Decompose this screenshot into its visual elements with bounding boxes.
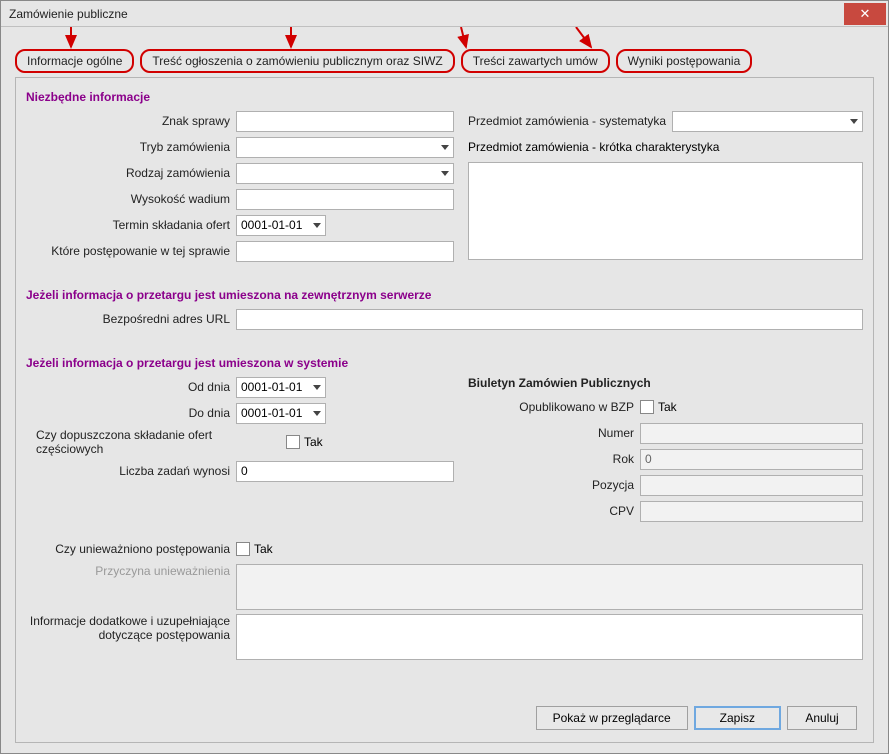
cpv-input bbox=[640, 501, 863, 522]
close-icon: ✕ bbox=[860, 6, 871, 22]
pozycja-input bbox=[640, 475, 863, 496]
przedmiot-sys-label: Przedmiot zamówienia - systematyka bbox=[468, 114, 672, 128]
tryb-select[interactable] bbox=[236, 137, 454, 158]
znak-sprawy-label: Znak sprawy bbox=[26, 114, 236, 128]
czesciowe-tak-label: Tak bbox=[304, 435, 323, 449]
section-system-title: Jeżeli informacja o przetargu jest umies… bbox=[26, 356, 863, 370]
url-label: Bezpośredni adres URL bbox=[26, 312, 236, 326]
close-button[interactable]: ✕ bbox=[844, 3, 886, 25]
info-dod-label: Informacje dodatkowe i uzupełniające dot… bbox=[26, 614, 236, 643]
ktore-label: Które postępowanie w tej sprawie bbox=[26, 244, 236, 258]
footer-buttons: Pokaż w przeglądarce Zapisz Anuluj bbox=[536, 706, 857, 730]
wadium-input[interactable] bbox=[236, 189, 454, 210]
biuletyn-header: Biuletyn Zamówien Publicznych bbox=[468, 376, 863, 390]
ktore-input[interactable] bbox=[236, 241, 454, 262]
rok-input bbox=[640, 449, 863, 470]
tab-wyniki[interactable]: Wyniki postępowania bbox=[616, 49, 753, 73]
cancel-button[interactable]: Anuluj bbox=[787, 706, 857, 730]
znak-sprawy-input[interactable] bbox=[236, 111, 454, 132]
od-dnia-input[interactable] bbox=[236, 377, 326, 398]
liczba-label: Liczba zadań wynosi bbox=[26, 464, 236, 478]
uniew-tak-label: Tak bbox=[254, 542, 273, 556]
przedmiot-char-label: Przedmiot zamówienia - krótka charaktery… bbox=[468, 140, 719, 154]
przyczyna-label: Przyczyna unieważnienia bbox=[26, 564, 236, 578]
wadium-label: Wysokość wadium bbox=[26, 192, 236, 206]
section-niezbedne-title: Niezbędne informacje bbox=[26, 90, 863, 104]
titlebar: Zamówienie publiczne ✕ bbox=[1, 1, 888, 27]
pozycja-label: Pozycja bbox=[468, 478, 640, 492]
content-panel: Niezbędne informacje Znak sprawy Tryb za… bbox=[15, 77, 874, 743]
save-button[interactable]: Zapisz bbox=[694, 706, 781, 730]
przedmiot-char-textarea[interactable] bbox=[468, 162, 863, 260]
tabs-row: Informacje ogólne Treść ogłoszenia o zam… bbox=[1, 27, 888, 73]
dialog-window: Zamówienie publiczne ✕ Informacje ogólne… bbox=[0, 0, 889, 754]
opub-checkbox[interactable] bbox=[640, 400, 654, 414]
od-dnia-label: Od dnia bbox=[26, 380, 236, 394]
url-input[interactable] bbox=[236, 309, 863, 330]
tab-tresci-umow[interactable]: Treści zawartych umów bbox=[461, 49, 610, 73]
opub-label: Opublikowano w BZP bbox=[468, 400, 640, 414]
numer-input bbox=[640, 423, 863, 444]
window-title: Zamówienie publiczne bbox=[9, 7, 128, 21]
czesciowe-checkbox[interactable] bbox=[286, 435, 300, 449]
uniew-label: Czy unieważniono postępowania bbox=[26, 542, 236, 556]
cpv-label: CPV bbox=[468, 504, 640, 518]
przedmiot-sys-select[interactable] bbox=[672, 111, 863, 132]
przyczyna-textarea bbox=[236, 564, 863, 610]
tab-tresc-ogloszenia[interactable]: Treść ogłoszenia o zamówieniu publicznym… bbox=[140, 49, 454, 73]
info-dod-textarea[interactable] bbox=[236, 614, 863, 660]
opub-tak-label: Tak bbox=[658, 400, 677, 414]
czesciowe-label: Czy dopuszczona składanie ofert częściow… bbox=[26, 428, 286, 456]
section-serwer-title: Jeżeli informacja o przetargu jest umies… bbox=[26, 288, 863, 302]
preview-button[interactable]: Pokaż w przeglądarce bbox=[536, 706, 688, 730]
do-dnia-label: Do dnia bbox=[26, 406, 236, 420]
tryb-label: Tryb zamówienia bbox=[26, 140, 236, 154]
rodzaj-label: Rodzaj zamówienia bbox=[26, 166, 236, 180]
tab-informacje-ogolne[interactable]: Informacje ogólne bbox=[15, 49, 134, 73]
liczba-input[interactable] bbox=[236, 461, 454, 482]
rok-label: Rok bbox=[468, 452, 640, 466]
rodzaj-select[interactable] bbox=[236, 163, 454, 184]
numer-label: Numer bbox=[468, 426, 640, 440]
termin-input[interactable] bbox=[236, 215, 326, 236]
uniew-checkbox[interactable] bbox=[236, 542, 250, 556]
do-dnia-input[interactable] bbox=[236, 403, 326, 424]
termin-label: Termin składania ofert bbox=[26, 218, 236, 232]
